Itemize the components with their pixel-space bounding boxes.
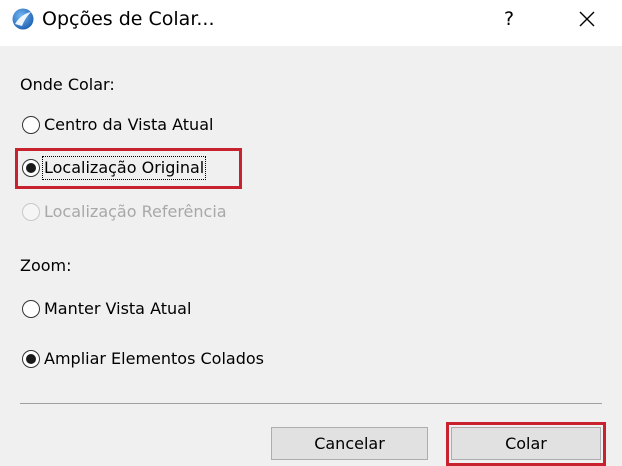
divider — [20, 403, 602, 404]
help-button[interactable]: ? — [494, 4, 524, 34]
where-group-label: Onde Colar: — [20, 75, 115, 94]
radio-selected-dot — [26, 163, 36, 173]
close-icon — [579, 11, 595, 27]
radio-button[interactable] — [22, 300, 40, 318]
radio-label: Centro da Vista Atual — [44, 115, 214, 134]
radio-button[interactable] — [22, 350, 40, 368]
close-button[interactable] — [572, 4, 602, 34]
archicad-logo-icon — [12, 8, 34, 30]
dialog-title: Opções de Colar... — [42, 8, 215, 30]
cancel-button[interactable]: Cancelar — [271, 427, 428, 460]
radio-selected-dot — [26, 354, 36, 364]
paste-button[interactable]: Colar — [451, 427, 601, 460]
radio-button — [22, 203, 40, 221]
title-bar: Opções de Colar... ? — [0, 0, 622, 40]
radio-centro-vista-atual[interactable]: Centro da Vista Atual — [22, 115, 213, 135]
radio-button[interactable] — [22, 116, 40, 134]
radio-label: Manter Vista Atual — [44, 299, 192, 318]
radio-label: Localização Original — [41, 156, 207, 180]
radio-label: Ampliar Elementos Colados — [44, 349, 264, 368]
radio-manter-vista-atual[interactable]: Manter Vista Atual — [22, 299, 191, 319]
radio-button[interactable] — [22, 159, 40, 177]
radio-label: Localização Referência — [44, 202, 227, 221]
radio-localizacao-referencia: Localização Referência — [22, 202, 227, 222]
radio-localizacao-original[interactable]: Localização Original — [22, 156, 207, 180]
zoom-group-label: Zoom: — [20, 256, 72, 275]
radio-ampliar-elementos-colados[interactable]: Ampliar Elementos Colados — [22, 349, 264, 369]
